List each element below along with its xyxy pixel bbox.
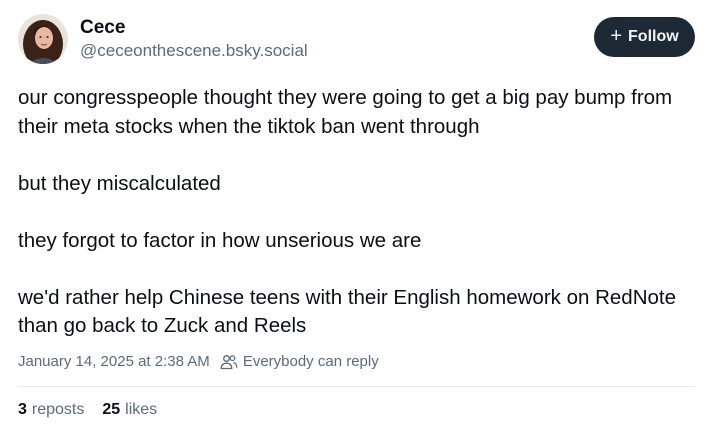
reposts-count: 3 [18,401,27,418]
people-icon [220,355,238,370]
post-text: our congresspeople thought they were goi… [18,84,698,341]
plus-icon: + [610,25,623,47]
reposts-label: reposts [31,401,85,418]
post-paragraph: we'd rather help Chinese teens with thei… [18,285,676,338]
author-handle[interactable]: @ceceonthescene.bsky.social [80,40,308,62]
post-card: Cece @ceceonthescene.bsky.social + Follo… [0,0,709,428]
post-stats: 3 reposts 25 likes [18,399,175,421]
likes-count: 25 [102,401,121,418]
follow-button[interactable]: + Follow [594,17,695,57]
follow-button-label: Follow [628,28,679,45]
reposts-stat[interactable]: 3 reposts [18,399,84,421]
likes-stat[interactable]: 25 likes [102,399,157,421]
divider [18,386,695,387]
post-paragraph: but they miscalculated [18,171,221,195]
reply-settings-label: Everybody can reply [242,353,379,370]
author-identity: Cece @ceceonthescene.bsky.social [80,16,308,62]
reply-settings[interactable]: Everybody can reply [220,352,379,372]
post-paragraph: our congresspeople thought they were goi… [18,86,673,138]
post-paragraph: they forgot to factor in how unserious w… [18,228,422,252]
post-meta: January 14, 2025 at 2:38 AM Everybody ca… [18,352,379,372]
post-timestamp[interactable]: January 14, 2025 at 2:38 AM [18,352,210,372]
author-display-name[interactable]: Cece [80,16,308,40]
likes-label: likes [125,401,158,418]
avatar[interactable] [18,14,68,64]
avatar-photo-icon [18,14,68,64]
post-header: Cece @ceceonthescene.bsky.social [18,14,308,64]
